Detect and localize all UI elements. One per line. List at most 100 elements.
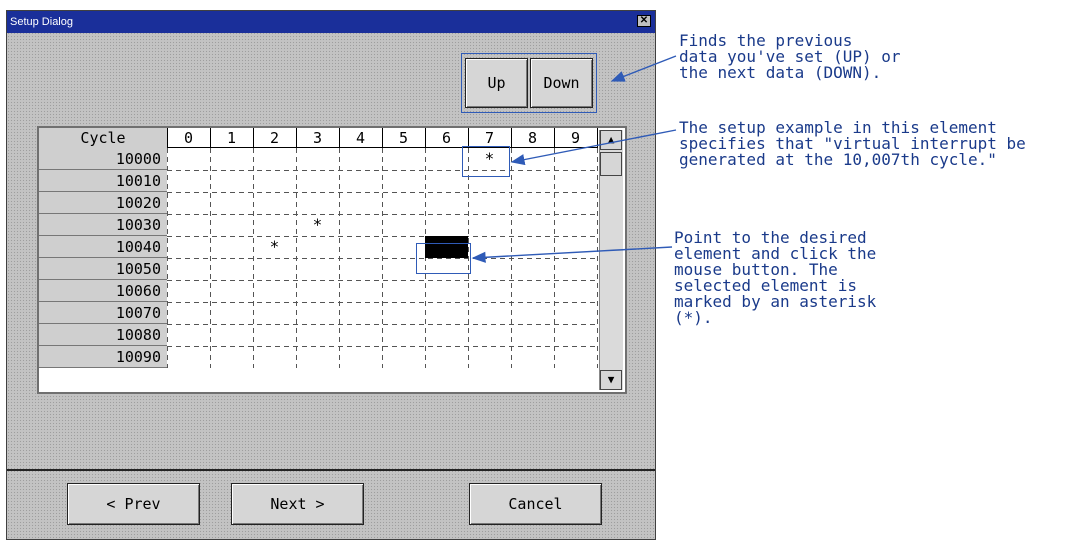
grid-cell[interactable] xyxy=(468,302,511,324)
grid-cell[interactable] xyxy=(425,192,468,214)
grid-cell[interactable] xyxy=(511,192,554,214)
grid-cell[interactable] xyxy=(468,346,511,368)
grid-cell[interactable] xyxy=(167,148,210,170)
grid-cell[interactable] xyxy=(210,170,253,192)
grid-cell[interactable] xyxy=(511,148,554,170)
grid-cell[interactable] xyxy=(296,258,339,280)
grid-cell[interactable] xyxy=(554,148,597,170)
grid-cell[interactable] xyxy=(253,324,296,346)
grid-cell[interactable] xyxy=(554,170,597,192)
grid-cell[interactable] xyxy=(382,346,425,368)
grid-cell[interactable] xyxy=(511,170,554,192)
grid-cell[interactable] xyxy=(339,324,382,346)
grid-cell[interactable] xyxy=(210,236,253,258)
grid-cell[interactable] xyxy=(210,346,253,368)
grid-cell[interactable] xyxy=(511,214,554,236)
grid-cell[interactable] xyxy=(339,236,382,258)
grid-cell[interactable] xyxy=(253,148,296,170)
grid-cell[interactable] xyxy=(554,214,597,236)
scroll-down-icon[interactable]: ▼ xyxy=(600,370,622,390)
grid-cell[interactable] xyxy=(253,214,296,236)
grid-cell[interactable] xyxy=(253,170,296,192)
grid-cell[interactable] xyxy=(253,346,296,368)
grid-cell[interactable] xyxy=(296,148,339,170)
grid-cell[interactable] xyxy=(296,280,339,302)
grid-cell[interactable] xyxy=(554,236,597,258)
grid-cell[interactable] xyxy=(167,258,210,280)
grid-cell[interactable] xyxy=(468,236,511,258)
grid-cell[interactable] xyxy=(210,258,253,280)
grid-cell[interactable] xyxy=(554,324,597,346)
grid-cell[interactable] xyxy=(167,324,210,346)
grid-cell[interactable] xyxy=(554,302,597,324)
grid-cell[interactable] xyxy=(339,346,382,368)
grid-cell[interactable] xyxy=(210,324,253,346)
grid-cell[interactable] xyxy=(167,170,210,192)
grid-cell[interactable] xyxy=(554,280,597,302)
grid-cell[interactable] xyxy=(425,346,468,368)
grid-cell[interactable] xyxy=(339,214,382,236)
grid-cell[interactable] xyxy=(253,302,296,324)
grid-cell[interactable] xyxy=(210,214,253,236)
grid-cell[interactable] xyxy=(339,302,382,324)
grid-cell[interactable] xyxy=(554,192,597,214)
vertical-scrollbar[interactable]: ▲ ▼ xyxy=(599,130,623,390)
grid-cell[interactable] xyxy=(296,236,339,258)
grid-cell[interactable] xyxy=(425,214,468,236)
grid-cell[interactable] xyxy=(167,236,210,258)
grid-cell[interactable] xyxy=(554,346,597,368)
scroll-up-icon[interactable]: ▲ xyxy=(600,130,622,150)
grid-cell[interactable] xyxy=(511,302,554,324)
grid-cell[interactable] xyxy=(167,214,210,236)
grid-cell[interactable] xyxy=(210,148,253,170)
grid-cell[interactable] xyxy=(425,324,468,346)
grid-cell[interactable] xyxy=(382,214,425,236)
grid-cell[interactable] xyxy=(210,280,253,302)
grid-cell[interactable] xyxy=(511,324,554,346)
grid-cell[interactable] xyxy=(339,170,382,192)
grid-cell[interactable] xyxy=(511,236,554,258)
scroll-thumb[interactable] xyxy=(600,152,622,176)
grid-cell[interactable] xyxy=(382,192,425,214)
grid-cell[interactable] xyxy=(468,214,511,236)
grid-cell[interactable] xyxy=(339,192,382,214)
grid-cell[interactable] xyxy=(167,192,210,214)
grid-cell[interactable] xyxy=(511,258,554,280)
grid-cell[interactable] xyxy=(511,280,554,302)
up-button[interactable]: Up xyxy=(465,58,528,108)
grid-cell[interactable] xyxy=(554,258,597,280)
grid-cell[interactable] xyxy=(210,192,253,214)
grid-cell[interactable] xyxy=(339,258,382,280)
grid-cell[interactable] xyxy=(296,170,339,192)
grid-cell[interactable] xyxy=(468,192,511,214)
grid-cell[interactable] xyxy=(296,192,339,214)
grid-cell[interactable] xyxy=(425,302,468,324)
grid-cell[interactable] xyxy=(511,346,554,368)
grid-cell[interactable] xyxy=(253,258,296,280)
grid-cell[interactable] xyxy=(167,280,210,302)
grid-cell[interactable]: * xyxy=(296,214,339,236)
prev-button[interactable]: < Prev xyxy=(67,483,200,525)
grid-cell[interactable] xyxy=(296,346,339,368)
next-button[interactable]: Next > xyxy=(231,483,364,525)
grid-cell[interactable] xyxy=(382,170,425,192)
grid-cell[interactable] xyxy=(382,324,425,346)
grid-cell[interactable] xyxy=(296,302,339,324)
grid-cell[interactable] xyxy=(339,280,382,302)
grid-cell[interactable]: * xyxy=(253,236,296,258)
grid-cell[interactable] xyxy=(468,280,511,302)
grid-cell[interactable] xyxy=(468,324,511,346)
down-button[interactable]: Down xyxy=(530,58,593,108)
grid-cell[interactable] xyxy=(468,258,511,280)
grid-cell[interactable] xyxy=(382,148,425,170)
grid-cell[interactable] xyxy=(167,346,210,368)
grid-cell[interactable] xyxy=(425,280,468,302)
grid-cell[interactable] xyxy=(296,324,339,346)
grid-cell[interactable] xyxy=(253,192,296,214)
close-icon[interactable]: ✕ xyxy=(637,15,651,27)
cancel-button[interactable]: Cancel xyxy=(469,483,602,525)
grid-cell[interactable] xyxy=(253,280,296,302)
grid-cell[interactable] xyxy=(339,148,382,170)
grid-cell[interactable] xyxy=(382,302,425,324)
grid-cell[interactable] xyxy=(167,302,210,324)
